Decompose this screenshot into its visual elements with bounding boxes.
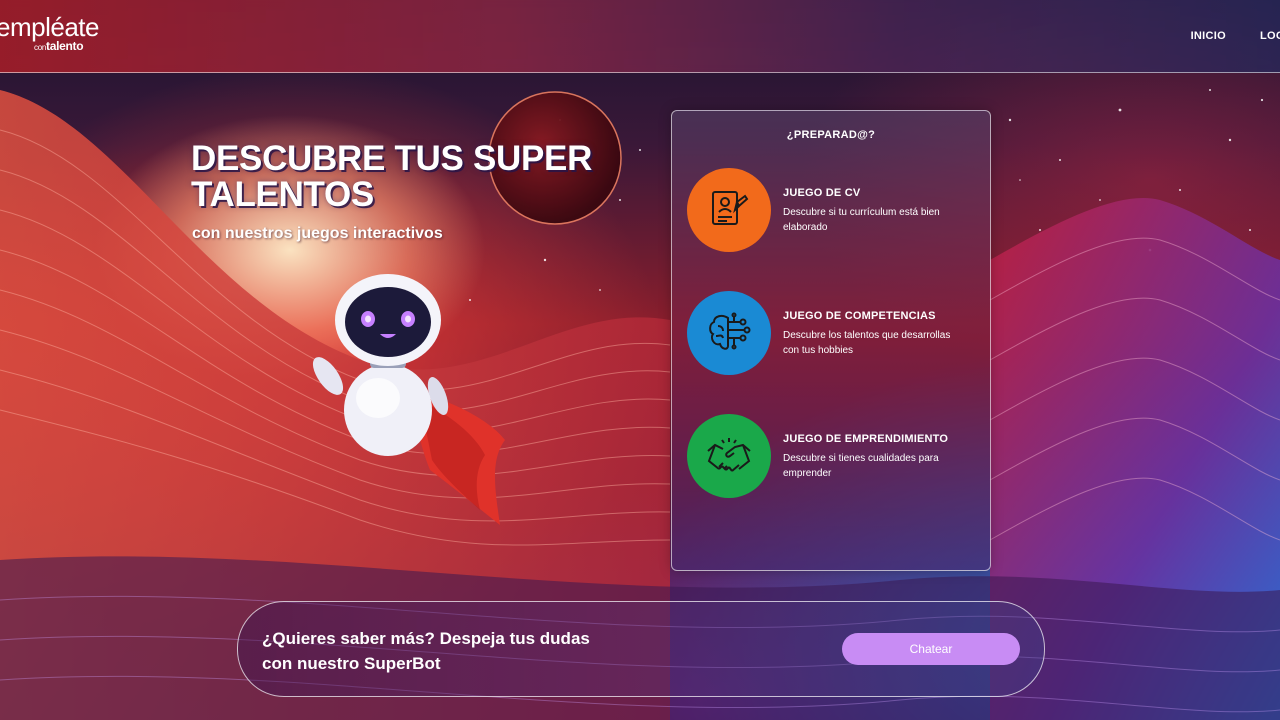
logo-sub-small: con xyxy=(34,43,46,52)
superhero-robot-icon xyxy=(300,270,520,530)
hero-subtitle: con nuestros juegos interactivos xyxy=(192,225,443,242)
game-title: JUEGO DE EMPRENDIMIENTO xyxy=(783,433,949,445)
game-description: Descubre si tu currículum está bien elab… xyxy=(783,207,940,233)
logo-main-text: empléate xyxy=(0,12,99,42)
logo[interactable]: empléate contalento xyxy=(0,12,99,52)
game-card-emprendimiento[interactable]: JUEGO DE EMPRENDIMIENTO Descubre si tien… xyxy=(687,414,977,500)
hero-title: DESCUBRE TUS SUPER TALENTOS xyxy=(191,139,593,214)
brain-circuit-icon xyxy=(687,291,771,375)
game-description: Descubre los talentos que desarrollas co… xyxy=(783,330,951,356)
game-title: JUEGO DE COMPETENCIAS xyxy=(783,310,936,322)
game-title: JUEGO DE CV xyxy=(783,187,861,199)
handshake-icon xyxy=(687,414,771,498)
logo-sub-word: talento xyxy=(46,39,84,53)
games-panel: ¿PREPARAD@? JUEGO DE CV Descubre si tu c… xyxy=(671,110,991,571)
top-navbar: empléate contalento INICIO LOG xyxy=(0,0,1280,73)
superbot-chat-bar: ¿Quieres saber más? Despeja tus dudas co… xyxy=(237,601,1045,697)
chat-prompt-text: ¿Quieres saber más? Despeja tus dudas co… xyxy=(262,629,590,673)
game-description: Descubre si tienes cualidades para empre… xyxy=(783,453,939,479)
game-card-competencias[interactable]: JUEGO DE COMPETENCIAS Descubre los talen… xyxy=(687,291,977,377)
chat-button[interactable]: Chatear xyxy=(842,633,1020,665)
nav-link-inicio[interactable]: INICIO xyxy=(1191,30,1226,42)
panel-title: ¿PREPARAD@? xyxy=(786,129,876,141)
nav-link-login[interactable]: LOG xyxy=(1260,30,1280,42)
main-nav: INICIO LOG xyxy=(1191,30,1280,42)
logo-sub-text: contalento xyxy=(34,39,84,53)
resume-icon xyxy=(687,168,771,252)
game-card-cv[interactable]: JUEGO DE CV Descubre si tu currículum es… xyxy=(687,168,977,254)
